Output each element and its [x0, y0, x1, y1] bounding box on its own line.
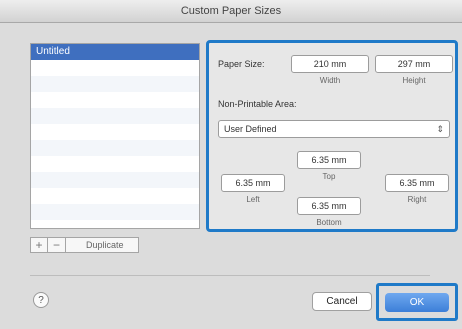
height-field[interactable]: 297 mm	[375, 55, 453, 73]
right-caption: Right	[407, 195, 427, 204]
paper-settings-panel: Paper Size: 210 mm Width 297 mm Height N…	[206, 40, 458, 232]
height-caption: Height	[402, 76, 426, 85]
list-item[interactable]	[31, 76, 199, 92]
non-printable-area-select[interactable]: User Defined ⇕	[218, 120, 450, 138]
list-item[interactable]	[31, 108, 199, 124]
duplicate-button[interactable]: Duplicate	[66, 237, 139, 253]
help-icon[interactable]: ?	[33, 292, 49, 308]
left-caption: Left	[246, 195, 260, 204]
list-item[interactable]: Untitled	[31, 44, 199, 60]
add-button[interactable]: +	[30, 237, 48, 253]
right-margin-field[interactable]: 6.35 mm	[385, 174, 449, 192]
list-item[interactable]	[31, 60, 199, 76]
list-item[interactable]	[31, 92, 199, 108]
list-item[interactable]	[31, 140, 199, 156]
ok-button[interactable]: OK	[385, 293, 449, 312]
left-margin-field[interactable]: 6.35 mm	[221, 174, 285, 192]
ok-highlight-frame: OK	[376, 283, 458, 321]
bottom-caption: Bottom	[316, 218, 342, 227]
title-bar: Custom Paper Sizes	[0, 0, 462, 23]
bottom-margin-field[interactable]: 6.35 mm	[297, 197, 361, 215]
top-margin-field[interactable]: 6.35 mm	[297, 151, 361, 169]
separator	[30, 275, 430, 276]
window-title: Custom Paper Sizes	[180, 5, 282, 17]
remove-button[interactable]: −	[48, 237, 66, 253]
paper-size-label: Paper Size:	[218, 59, 265, 69]
cancel-button[interactable]: Cancel	[312, 292, 372, 311]
width-field[interactable]: 210 mm	[291, 55, 369, 73]
non-printable-area-label: Non-Printable Area:	[218, 99, 297, 109]
list-item[interactable]	[31, 172, 199, 188]
list-toolbar: + − Duplicate	[30, 236, 139, 254]
width-caption: Width	[319, 76, 341, 85]
top-caption: Top	[322, 172, 336, 181]
paper-size-list[interactable]: Untitled	[30, 43, 200, 229]
list-item[interactable]	[31, 204, 199, 220]
list-item[interactable]	[31, 156, 199, 172]
list-item[interactable]	[31, 188, 199, 204]
chevron-updown-icon: ⇕	[436, 124, 444, 134]
list-item[interactable]	[31, 124, 199, 140]
select-value: User Defined	[224, 124, 277, 134]
